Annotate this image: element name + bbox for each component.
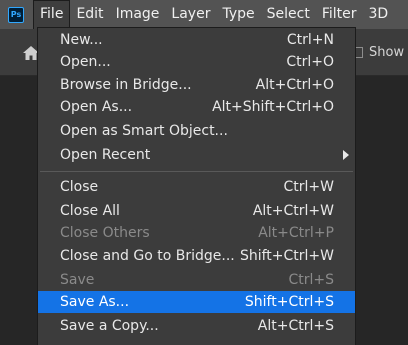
menu-item-shortcut: Alt+Ctrl+O bbox=[255, 77, 334, 93]
menu-filter[interactable]: Filter bbox=[316, 0, 363, 29]
menu-item-label: Close and Go to Bridge... bbox=[60, 248, 235, 264]
menu-item-close-all[interactable]: Close All Alt+Ctrl+W bbox=[38, 200, 355, 222]
menu-item-label: Open As... bbox=[60, 99, 133, 115]
photoshop-logo-icon[interactable]: Ps bbox=[8, 6, 24, 23]
menu-item-label: Browse in Bridge... bbox=[60, 77, 192, 93]
menu-item-shortcut: Alt+Ctrl+S bbox=[257, 318, 334, 334]
menu-separator bbox=[40, 171, 353, 172]
menu-3d[interactable]: 3D bbox=[363, 0, 395, 29]
menu-item-label: Open... bbox=[60, 54, 111, 70]
menu-item-label: Open Recent bbox=[60, 147, 151, 163]
menu-item-shortcut: Shift+Ctrl+S bbox=[244, 294, 334, 310]
menu-image[interactable]: Image bbox=[110, 0, 166, 29]
menu-item-shortcut: Alt+Shift+Ctrl+O bbox=[212, 99, 334, 115]
menu-item-label: Close Others bbox=[60, 225, 150, 241]
menu-item-shortcut: Shift+Ctrl+W bbox=[239, 248, 334, 264]
menu-item-label: New... bbox=[60, 32, 103, 48]
menu-item-new[interactable]: New... Ctrl+N bbox=[38, 29, 355, 51]
menu-item-open-recent[interactable]: Open Recent bbox=[38, 144, 355, 166]
menu-bar: Ps File Edit Image Layer Type Select Fil… bbox=[0, 0, 408, 29]
menu-item-label: Open as Smart Object... bbox=[60, 123, 228, 139]
menu-item-browse-in-bridge[interactable]: Browse in Bridge... Alt+Ctrl+O bbox=[38, 74, 355, 96]
menu-item-close-others: Close Others Alt+Ctrl+P bbox=[38, 222, 355, 244]
file-menu-dropdown: New... Ctrl+N Open... Ctrl+O Browse in B… bbox=[37, 27, 356, 345]
menu-item-shortcut: Alt+Ctrl+P bbox=[258, 225, 334, 241]
menu-item-label: Close All bbox=[60, 203, 120, 219]
menu-item-label: Save As... bbox=[60, 294, 130, 310]
menu-select[interactable]: Select bbox=[261, 0, 316, 29]
menu-item-save: Save Ctrl+S bbox=[38, 269, 355, 291]
menu-item-open-as-smart-object[interactable]: Open as Smart Object... bbox=[38, 120, 355, 142]
menu-item-save-a-copy[interactable]: Save a Copy... Alt+Ctrl+S bbox=[38, 315, 355, 337]
submenu-arrow-icon bbox=[343, 150, 349, 160]
menu-item-shortcut: Ctrl+O bbox=[286, 54, 334, 70]
show-label: Show bbox=[369, 45, 405, 60]
menu-item-shortcut: Ctrl+S bbox=[288, 272, 334, 288]
photoshop-window: Ps File Edit Image Layer Type Select Fil… bbox=[0, 0, 408, 345]
menu-layer[interactable]: Layer bbox=[165, 0, 216, 29]
menu-item-label: Save a Copy... bbox=[60, 318, 159, 334]
menu-file[interactable]: File bbox=[33, 0, 71, 29]
menu-item-save-as[interactable]: Save As... Shift+Ctrl+S bbox=[38, 291, 355, 313]
menu-item-open-as[interactable]: Open As... Alt+Shift+Ctrl+O bbox=[38, 96, 355, 118]
menu-item-close-and-go-to-bridge[interactable]: Close and Go to Bridge... Shift+Ctrl+W bbox=[38, 245, 355, 267]
menu-edit[interactable]: Edit bbox=[70, 0, 109, 29]
menu-item-shortcut: Ctrl+N bbox=[286, 32, 334, 48]
menu-item-label: Close bbox=[60, 179, 99, 195]
menu-item-label: Save bbox=[60, 272, 95, 288]
menu-type[interactable]: Type bbox=[216, 0, 260, 29]
menu-item-close[interactable]: Close Ctrl+W bbox=[38, 176, 355, 198]
menu-item-open[interactable]: Open... Ctrl+O bbox=[38, 51, 355, 73]
menu-item-shortcut: Ctrl+W bbox=[283, 179, 334, 195]
menu-item-shortcut: Alt+Ctrl+W bbox=[252, 203, 334, 219]
